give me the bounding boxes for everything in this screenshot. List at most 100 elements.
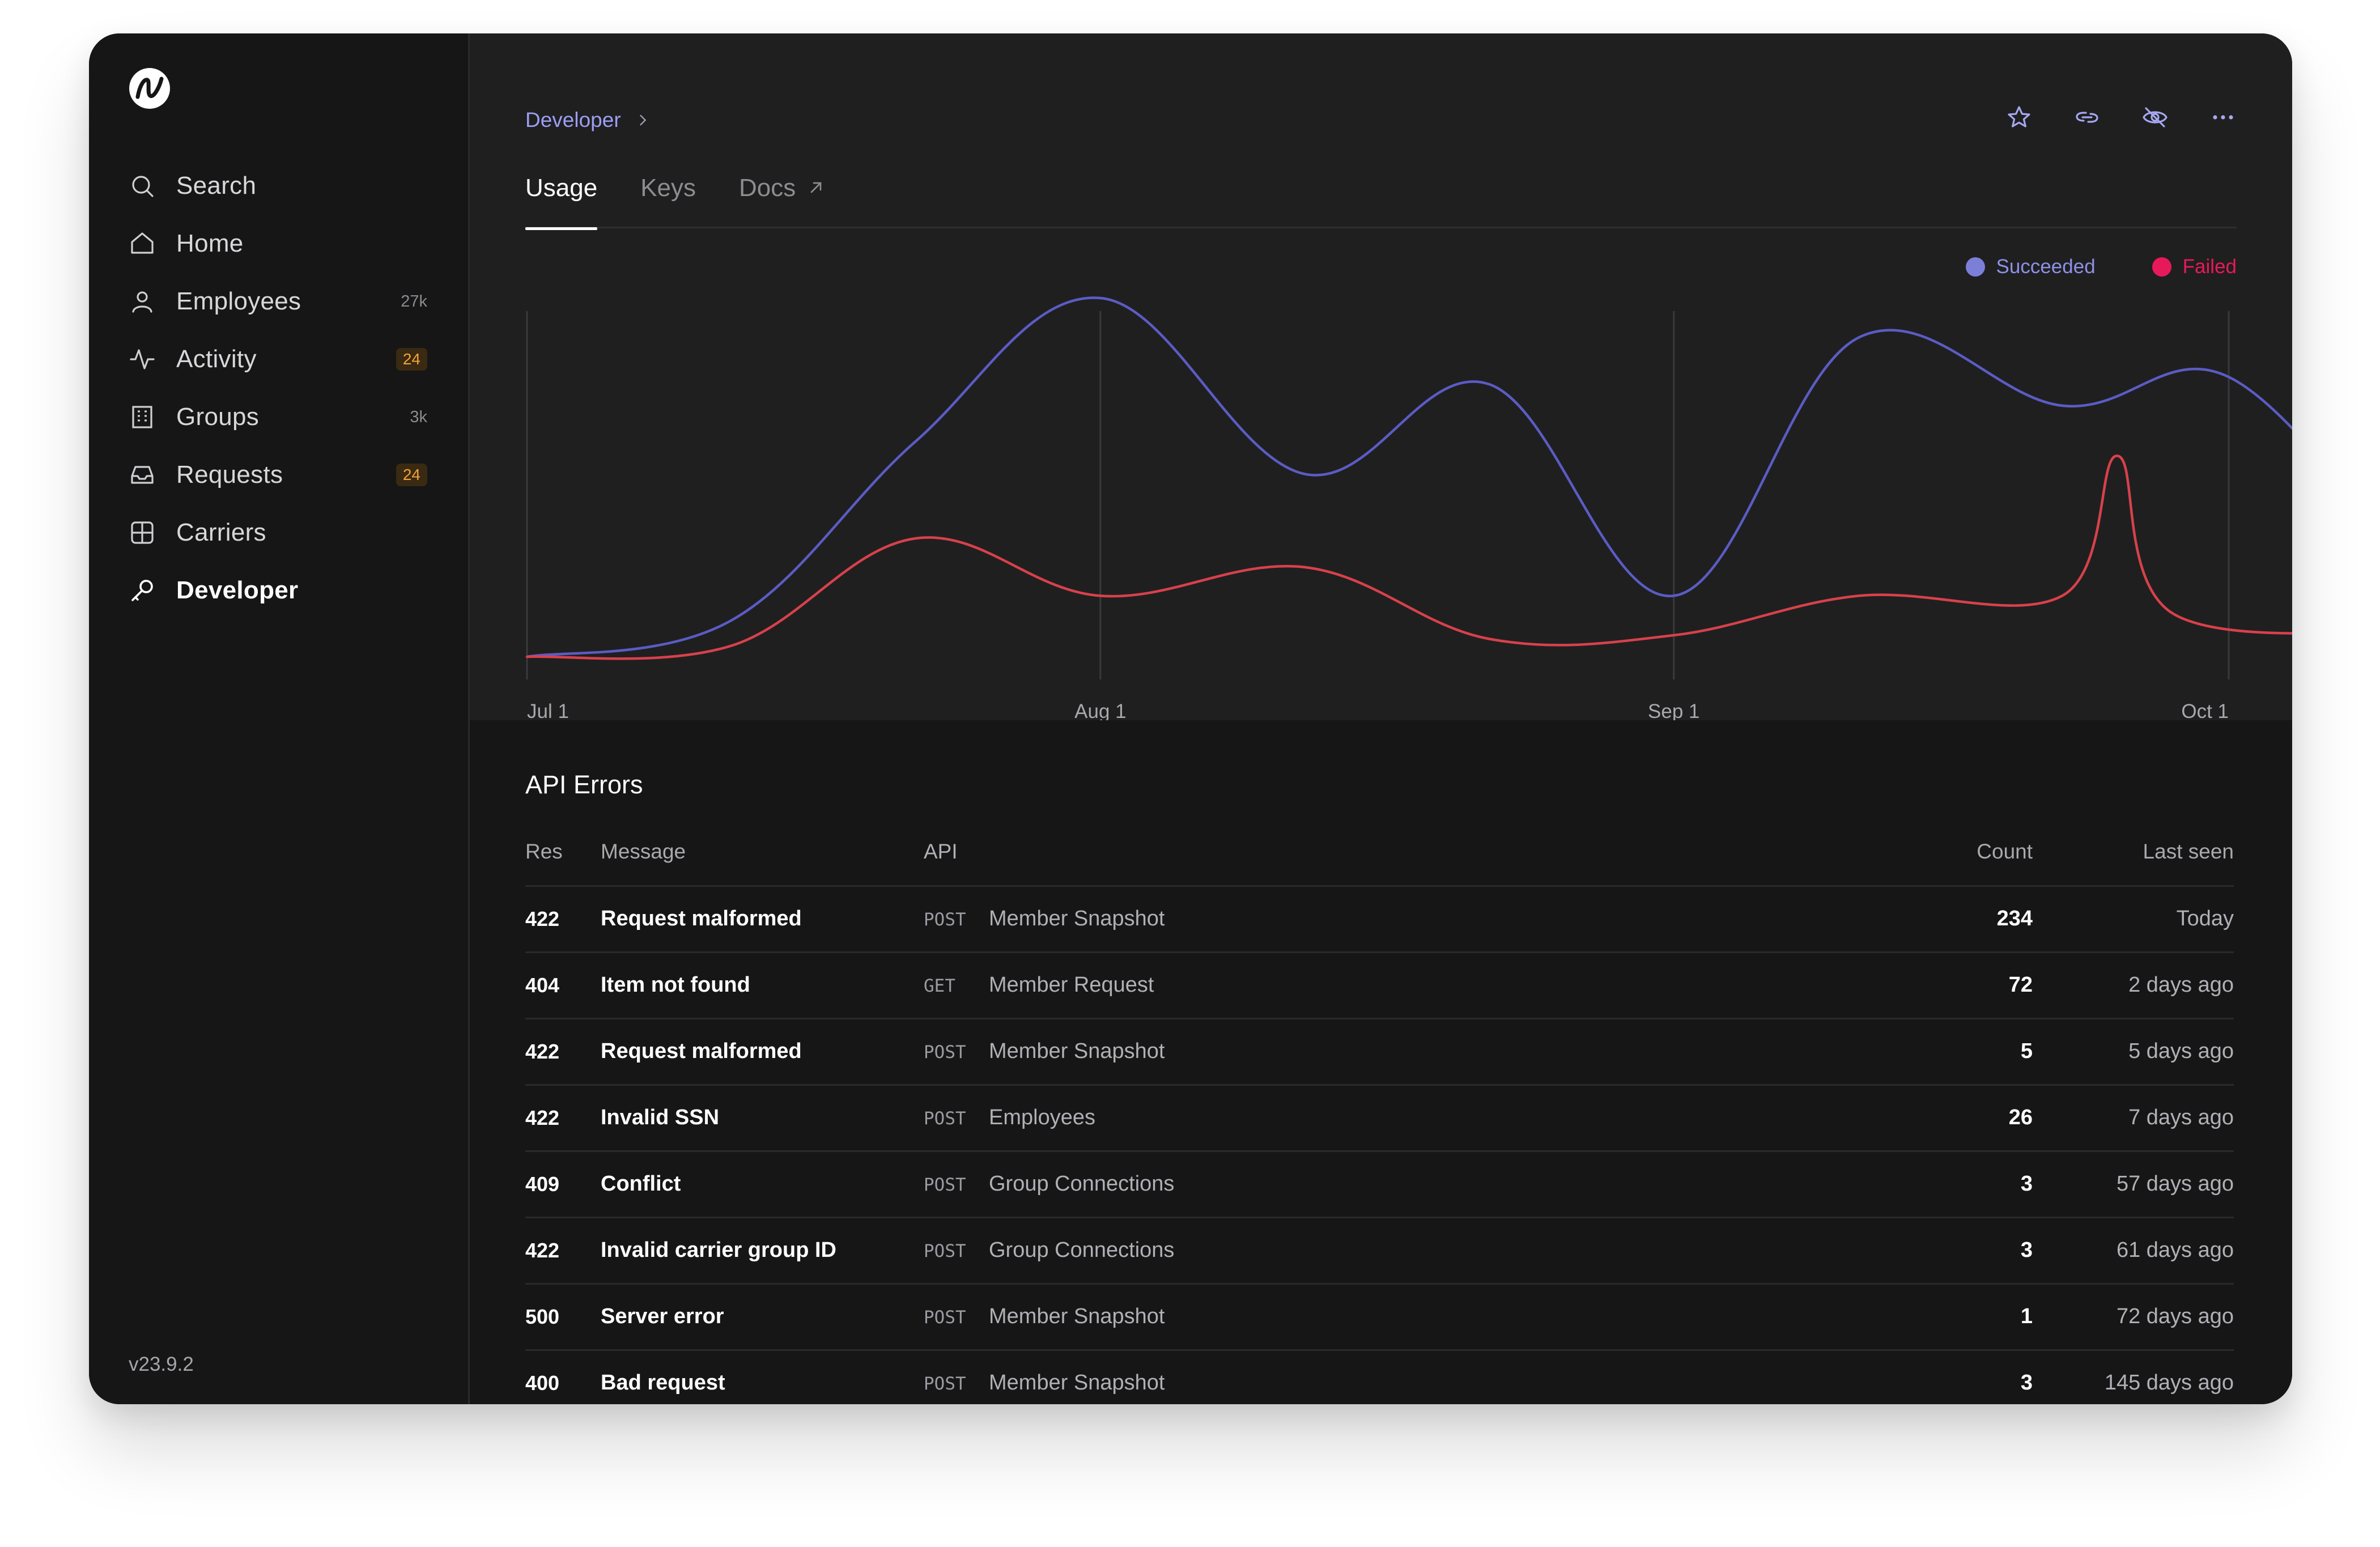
row-message: Invalid carrier group ID	[601, 1217, 924, 1285]
row-count: 3	[1863, 1151, 2033, 1218]
grid-icon	[129, 519, 156, 546]
sidebar-item-label: Developer	[176, 576, 299, 604]
row-message: Invalid SSN	[601, 1085, 924, 1152]
table-row[interactable]: 422 Invalid SSN POST Employees 26 7 days ago	[525, 1085, 2234, 1152]
table-row[interactable]: 422 Request malformed POST Member Snapshot 5…	[525, 1018, 2234, 1086]
sidebar-item-activity[interactable]: Activity 24	[89, 330, 468, 388]
tab-keys[interactable]: Keys	[640, 174, 696, 228]
row-count: 3	[1863, 1350, 2033, 1404]
row-res: 422	[525, 886, 601, 953]
tab-docs-label: Docs	[739, 174, 796, 202]
row-last-seen: 5 days ago	[2033, 1018, 2234, 1086]
row-api: POST Member Snapshot	[924, 1018, 1863, 1086]
row-endpoint: Member Snapshot	[989, 1304, 1165, 1328]
sidebar-item-label: Requests	[176, 461, 283, 488]
key-icon	[129, 577, 156, 604]
tab-keys-label: Keys	[640, 174, 696, 202]
sidebar-item-developer[interactable]: Developer	[89, 562, 468, 619]
brand-logo-icon[interactable]	[129, 67, 171, 109]
breadcrumb[interactable]: Developer	[525, 108, 651, 132]
app-version: v23.9.2	[129, 1353, 194, 1375]
star-icon[interactable]	[2005, 104, 2033, 131]
external-link-icon	[810, 182, 822, 193]
table-header-row: Res Message API Count Last seen	[525, 819, 2234, 887]
row-last-seen: 61 days ago	[2033, 1217, 2234, 1285]
table-row[interactable]: 422 Invalid carrier group ID POST Group Con…	[525, 1217, 2234, 1285]
row-last-seen: 72 days ago	[2033, 1284, 2234, 1351]
groups-count-badge: 3k	[410, 407, 427, 426]
row-res: 422	[525, 1018, 601, 1086]
sidebar-item-label: Home	[176, 230, 244, 257]
row-method: POST	[924, 910, 966, 930]
sidebar-item-carriers[interactable]: Carriers	[89, 504, 468, 562]
row-count: 234	[1863, 886, 2033, 953]
row-res: 500	[525, 1284, 601, 1351]
api-errors-table: Res Message API Count Last seen 422 Reque…	[525, 819, 2234, 1404]
legend-succeeded[interactable]: Succeeded	[1965, 256, 2096, 278]
row-endpoint: Member Snapshot	[989, 907, 1165, 930]
chevron-right-icon	[639, 114, 646, 126]
row-res: 404	[525, 952, 601, 1019]
api-errors-title: API Errors	[525, 770, 643, 799]
sidebar-item-requests[interactable]: Requests 24	[89, 446, 468, 504]
row-res: 400	[525, 1350, 601, 1404]
row-last-seen: Today	[2033, 886, 2234, 953]
user-icon	[129, 288, 156, 315]
row-message: Item not found	[601, 952, 924, 1019]
table-row[interactable]: 422 Request malformed POST Member Snapshot 2…	[525, 886, 2234, 953]
row-message: Conflict	[601, 1151, 924, 1218]
table-row[interactable]: 500 Server error POST Member Snapshot 1 72 da…	[525, 1284, 2234, 1351]
tab-docs[interactable]: Docs	[739, 174, 825, 228]
sidebar-item-search[interactable]: Search	[89, 157, 468, 215]
column-header-last-seen[interactable]: Last seen	[2033, 819, 2234, 887]
table-row[interactable]: 404 Item not found GET Member Request 72 2 da…	[525, 952, 2234, 1019]
row-endpoint: Member Snapshot	[989, 1371, 1165, 1395]
more-icon[interactable]	[2209, 104, 2237, 131]
sidebar-item-label: Groups	[176, 403, 260, 431]
row-api: POST Group Connections	[924, 1151, 1863, 1218]
column-header-count[interactable]: Count	[1863, 819, 2033, 887]
row-method: POST	[924, 1241, 966, 1261]
row-endpoint: Employees	[989, 1106, 1095, 1129]
main-content: Developer Usage Keys Docs Succeeded Fail…	[470, 33, 2292, 1404]
sidebar-item-employees[interactable]: Employees 27k	[89, 273, 468, 330]
row-res: 422	[525, 1085, 601, 1152]
usage-panel: Developer Usage Keys Docs Succeeded Fail…	[470, 33, 2292, 720]
column-header-message[interactable]: Message	[601, 819, 924, 887]
home-icon	[129, 230, 156, 257]
activity-count-badge: 24	[396, 348, 427, 371]
row-method: POST	[924, 1175, 966, 1195]
eye-off-icon[interactable]	[2141, 104, 2169, 131]
legend-failed[interactable]: Failed	[2152, 256, 2237, 278]
row-last-seen: 57 days ago	[2033, 1151, 2234, 1218]
column-header-res[interactable]: Res	[525, 819, 601, 887]
row-api: GET Member Request	[924, 952, 1863, 1019]
row-endpoint: Member Snapshot	[989, 1039, 1165, 1063]
legend-succeeded-label: Succeeded	[1996, 256, 2096, 278]
breadcrumb-developer[interactable]: Developer	[525, 108, 621, 132]
row-count: 1	[1863, 1284, 2033, 1351]
x-tick-label: Sep 1	[1648, 700, 1699, 720]
x-tick-label: Aug 1	[1074, 700, 1126, 720]
row-message: Request malformed	[601, 886, 924, 953]
tab-usage[interactable]: Usage	[525, 174, 598, 230]
table-row[interactable]: 400 Bad request POST Member Snapshot 3 145 da…	[525, 1350, 2234, 1404]
row-count: 72	[1863, 952, 2033, 1019]
row-count: 26	[1863, 1085, 2033, 1152]
row-endpoint: Group Connections	[989, 1238, 1175, 1262]
row-endpoint: Member Request	[989, 973, 1154, 997]
sidebar-item-label: Employees	[176, 287, 301, 315]
sidebar-item-groups[interactable]: Groups 3k	[89, 388, 468, 446]
link-icon[interactable]	[2073, 104, 2101, 131]
api-errors-body: 422 Request malformed POST Member Snapshot 2…	[525, 886, 2234, 1404]
failed-dot-icon	[2152, 257, 2171, 277]
row-api: POST Group Connections	[924, 1217, 1863, 1285]
employees-count-badge: 27k	[401, 292, 427, 311]
row-method: POST	[924, 1374, 966, 1394]
sidebar-item-home[interactable]: Home	[89, 215, 468, 273]
column-header-api[interactable]: API	[924, 819, 1863, 887]
row-endpoint: Group Connections	[989, 1172, 1175, 1196]
table-row[interactable]: 409 Conflict POST Group Connections 3 57 days…	[525, 1151, 2234, 1218]
row-count: 3	[1863, 1217, 2033, 1285]
sidebar-item-label: Search	[176, 172, 257, 199]
